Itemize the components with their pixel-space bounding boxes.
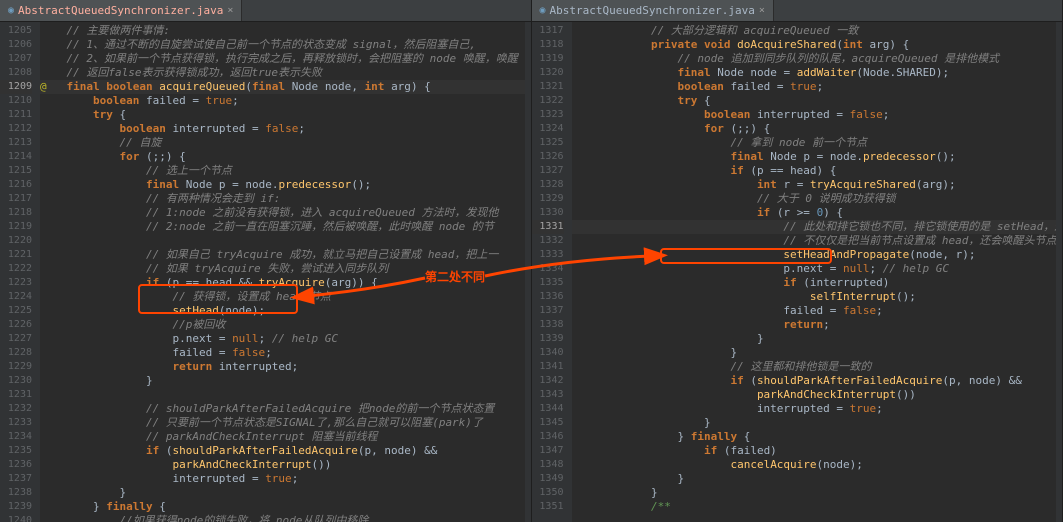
code-line[interactable]: private void doAcquireShared(int arg) { xyxy=(572,38,1063,52)
left-tabs: ◉ AbstractQueuedSynchronizer.java × xyxy=(0,0,531,22)
code-line[interactable]: // 2、如果前一个节点获得锁，执行完成之后，再释放锁时，会把阻塞的 node … xyxy=(40,52,531,66)
code-line[interactable]: interrupted = true; xyxy=(40,472,531,486)
code-line[interactable]: // 选上一个节点 xyxy=(40,164,531,178)
tab-left-file[interactable]: ◉ AbstractQueuedSynchronizer.java × xyxy=(0,0,242,21)
code-line[interactable]: // 1、通过不断的自旋尝试使自己前一个节点的状态变成 signal，然后阻塞自… xyxy=(40,38,531,52)
code-line[interactable]: int r = tryAcquireShared(arg); xyxy=(572,178,1063,192)
code-line[interactable]: return; xyxy=(572,318,1063,332)
code-line[interactable]: } xyxy=(40,486,531,500)
code-line[interactable]: boolean interrupted = false; xyxy=(40,122,531,136)
code-line[interactable]: for (;;) { xyxy=(40,150,531,164)
scrollbar[interactable] xyxy=(1056,22,1062,522)
scrollbar[interactable] xyxy=(525,22,531,522)
code-line[interactable]: } finally { xyxy=(40,500,531,514)
right-editor[interactable]: 1317131813191320132113221323132413251326… xyxy=(532,22,1063,522)
code-line[interactable]: } finally { xyxy=(572,430,1063,444)
code-line[interactable] xyxy=(40,388,531,402)
code-line[interactable]: // 大部分逻辑和 acquireQueued 一致 xyxy=(572,24,1063,38)
code-line[interactable]: try { xyxy=(40,108,531,122)
code-line[interactable]: // 不仅仅是把当前节点设置成 head，还会唤醒头节点的后续节点 xyxy=(572,234,1063,248)
tab-label: AbstractQueuedSynchronizer.java xyxy=(18,4,223,17)
code-line[interactable]: // 如果自己 tryAcquire 成功，就立马把自己设置成 head，把上一 xyxy=(40,248,531,262)
code-line[interactable]: final Node p = node.predecessor(); xyxy=(572,150,1063,164)
code-line[interactable]: } xyxy=(572,332,1063,346)
code-line[interactable]: if (r >= 0) { xyxy=(572,206,1063,220)
code-line[interactable]: setHead(node); xyxy=(40,304,531,318)
code-line[interactable]: // 拿到 node 前一个节点 xyxy=(572,136,1063,150)
code-line[interactable]: parkAndCheckInterrupt()) xyxy=(572,388,1063,402)
code-line[interactable]: interrupted = true; xyxy=(572,402,1063,416)
code-line[interactable]: // 主要做两件事情: xyxy=(40,24,531,38)
code-line[interactable]: failed = false; xyxy=(40,346,531,360)
java-file-icon: ◉ xyxy=(8,5,14,16)
java-file-icon: ◉ xyxy=(540,5,546,16)
code-line[interactable]: return interrupted; xyxy=(40,360,531,374)
code-line[interactable]: try { xyxy=(572,94,1063,108)
tab-label: AbstractQueuedSynchronizer.java xyxy=(550,4,755,17)
code-line[interactable]: // node 追加到同步队列的队尾，acquireQueued 是排他模式 xyxy=(572,52,1063,66)
right-tabs: ◉ AbstractQueuedSynchronizer.java × xyxy=(532,0,1063,22)
code-line[interactable]: //如果获得node的锁失败，将 node从队列中移除 xyxy=(40,514,531,522)
code-line[interactable]: // 自旋 xyxy=(40,136,531,150)
code-line[interactable]: //p被回收 xyxy=(40,318,531,332)
left-editor-pane: ◉ AbstractQueuedSynchronizer.java × 1205… xyxy=(0,0,532,522)
code-line[interactable]: // 1:node 之前没有获得锁，进入 acquireQueued 方法时，发… xyxy=(40,206,531,220)
close-icon[interactable]: × xyxy=(227,5,233,16)
right-code-area[interactable]: // 大部分逻辑和 acquireQueued 一致 private void … xyxy=(572,22,1063,522)
code-line[interactable]: failed = false; xyxy=(572,304,1063,318)
code-line[interactable]: parkAndCheckInterrupt()) xyxy=(40,458,531,472)
code-line[interactable]: for (;;) { xyxy=(572,122,1063,136)
code-line[interactable]: if (p == head) { xyxy=(572,164,1063,178)
code-line[interactable]: if (shouldParkAfterFailedAcquire(p, node… xyxy=(572,374,1063,388)
code-line[interactable]: p.next = null; // help GC xyxy=(572,262,1063,276)
code-line[interactable]: // 返回false表示获得锁成功，返回true表示失败 xyxy=(40,66,531,80)
code-line[interactable]: } xyxy=(40,374,531,388)
code-line[interactable]: if (shouldParkAfterFailedAcquire(p, node… xyxy=(40,444,531,458)
code-line[interactable]: if (failed) xyxy=(572,444,1063,458)
code-line[interactable]: p.next = null; // help GC xyxy=(40,332,531,346)
code-line[interactable]: setHeadAndPropagate(node, r); xyxy=(572,248,1063,262)
close-icon[interactable]: × xyxy=(759,5,765,16)
code-line[interactable]: } xyxy=(572,346,1063,360)
code-line[interactable]: boolean failed = true; xyxy=(572,80,1063,94)
code-line[interactable]: // 此处和排它锁也不同，排它锁使用的是 setHead，这里的 setHead… xyxy=(572,220,1063,234)
code-line[interactable]: selfInterrupt(); xyxy=(572,290,1063,304)
code-line[interactable]: /** xyxy=(572,500,1063,514)
code-line[interactable]: // parkAndCheckInterrupt 阻塞当前线程 xyxy=(40,430,531,444)
left-gutter: 1205120612071208120912101211121212131214… xyxy=(0,22,40,522)
code-line[interactable]: // 获得锁，设置成 head 节点 xyxy=(40,290,531,304)
code-line[interactable]: // 2:node 之前一直在阻塞沉睡，然后被唤醒，此时唤醒 node 的节 xyxy=(40,220,531,234)
code-line[interactable]: final Node node = addWaiter(Node.SHARED)… xyxy=(572,66,1063,80)
code-line[interactable]: } xyxy=(572,486,1063,500)
code-line[interactable]: // 有两种情况会走到 if: xyxy=(40,192,531,206)
code-line[interactable]: } xyxy=(572,416,1063,430)
code-line[interactable]: boolean interrupted = false; xyxy=(572,108,1063,122)
code-line[interactable]: // shouldParkAfterFailedAcquire 把node的前一… xyxy=(40,402,531,416)
code-line[interactable] xyxy=(40,234,531,248)
code-line[interactable]: } xyxy=(572,472,1063,486)
right-gutter: 1317131813191320132113221323132413251326… xyxy=(532,22,572,522)
annotation-label: 第二处不同 xyxy=(425,268,485,285)
code-line[interactable]: // 只要前一个节点状态是SIGNAL了,那么自己就可以阻塞(park)了 xyxy=(40,416,531,430)
code-line[interactable]: // 这里都和排他锁是一致的 xyxy=(572,360,1063,374)
code-line[interactable]: if (interrupted) xyxy=(572,276,1063,290)
code-line[interactable]: boolean failed = true; xyxy=(40,94,531,108)
code-line[interactable]: // 大于 0 说明成功获得锁 xyxy=(572,192,1063,206)
code-line[interactable]: @ final boolean acquireQueued(final Node… xyxy=(40,80,531,94)
code-line[interactable]: final Node p = node.predecessor(); xyxy=(40,178,531,192)
code-line[interactable]: cancelAcquire(node); xyxy=(572,458,1063,472)
right-editor-pane: ◉ AbstractQueuedSynchronizer.java × 1317… xyxy=(532,0,1063,522)
tab-right-file[interactable]: ◉ AbstractQueuedSynchronizer.java × xyxy=(532,0,774,21)
